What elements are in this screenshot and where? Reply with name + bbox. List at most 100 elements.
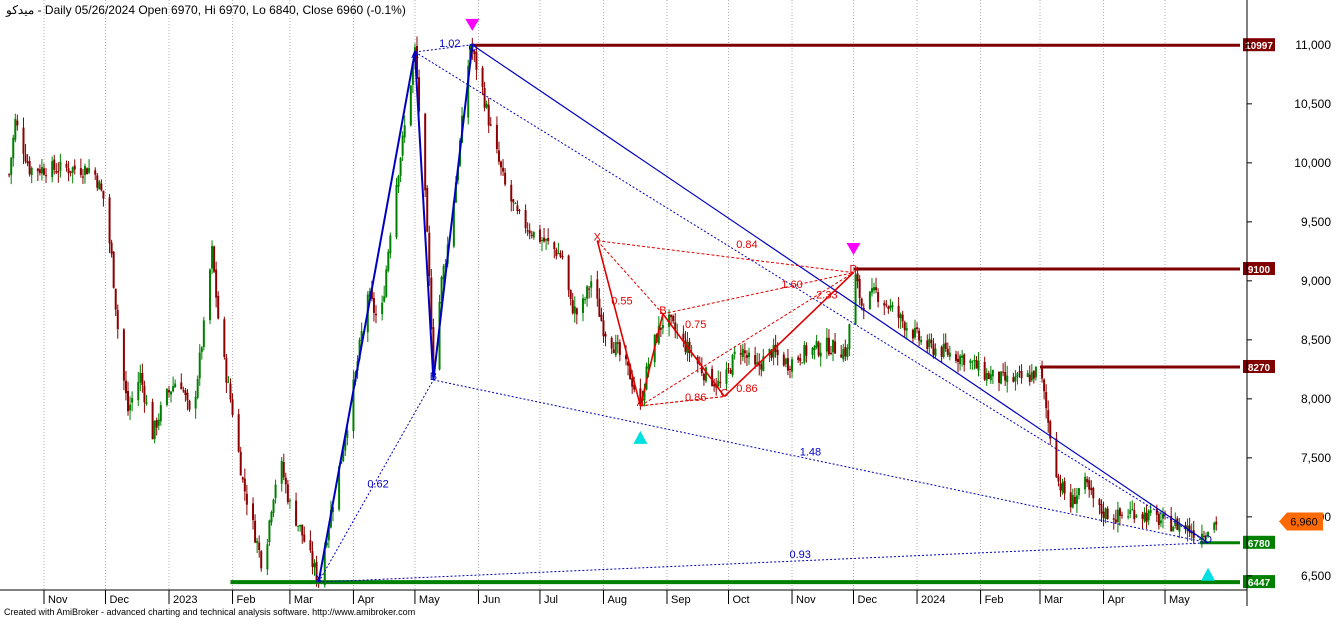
candle-body [57,171,60,173]
candle [727,363,730,374]
candle [116,304,119,339]
candle [153,420,156,444]
candle [399,156,402,183]
candle-body [1157,514,1160,525]
pattern-red-ratio-label: 1.60 [781,279,802,291]
candle-body [69,171,72,173]
candle-body [1120,514,1123,516]
candle-body [905,328,908,331]
candle [1000,371,1003,385]
candle [286,479,289,505]
candle [1127,508,1130,520]
candle-body [588,288,591,290]
candle [1200,524,1203,548]
candle [528,223,531,240]
candle-body [510,184,513,202]
candle-body [1012,377,1015,382]
candle [71,166,74,184]
candle [731,353,734,378]
candle [389,232,392,259]
candle [239,446,242,476]
candle-body [198,352,201,379]
candle-body [672,315,675,322]
candle [674,313,677,339]
candle-body [159,405,162,422]
candle-body [729,370,732,374]
candle-body [1147,510,1150,521]
candle-body [170,391,173,395]
candle-body [1045,391,1048,409]
candle [932,337,935,359]
candle [110,239,113,258]
candle [1002,363,1005,377]
candle [1116,501,1119,533]
candle [14,113,17,143]
candle [159,401,162,426]
candle-body [1090,487,1093,491]
candle [1004,361,1007,387]
candle-body [813,345,816,351]
candle-body [873,287,876,291]
candle-body [208,269,211,321]
x-tick-label: Apr [1108,594,1125,606]
candle-body [842,349,845,360]
candle-body [616,342,619,344]
candle [899,312,902,329]
candle-body [991,369,994,377]
candle [268,519,271,546]
candle-body [883,303,886,306]
candle-body [497,150,500,162]
pattern-blue-point-b: B [430,371,437,383]
candle [561,250,564,260]
candle [165,388,168,407]
candle-body [229,383,232,400]
candle-body [272,499,275,513]
candle [243,468,246,501]
candle-body [575,308,578,315]
candle [584,296,587,305]
candle [500,160,503,176]
candle [858,275,861,306]
candle-body [1000,371,1003,384]
candle-body [73,165,76,170]
candle-body [889,305,892,309]
candle-body [1149,509,1152,513]
candle-body [8,174,11,176]
candle-body [719,382,722,384]
candle-body [559,252,562,257]
candle [983,356,986,382]
candle [180,373,183,390]
candle [1213,521,1216,533]
candle-body [524,210,527,229]
candle [1092,486,1095,508]
candle [1161,507,1164,529]
level-tag-10997: 10997 [1245,41,1273,52]
last-price-label: 6,960 [1290,517,1318,529]
candle [538,224,541,244]
candle-body [282,461,285,478]
candle [254,514,257,544]
candle-body [124,380,127,394]
pattern-blue-ratio-line [414,51,1209,544]
candle-body [385,269,388,297]
candle-body [1114,519,1117,523]
candle-body [1069,492,1072,508]
candle [813,345,816,360]
chart-area[interactable]: 10997 9100 8270 6780 6447 X A B C D 1.02 0.62 1.48 0… [0,0,1336,619]
candle-body [930,339,933,344]
price-chart[interactable]: 10997 9100 8270 6780 6447 X A B C D 1.02 0.62 1.48 0… [0,0,1336,619]
candle-body [489,124,492,126]
candle-body [940,346,943,357]
candle-body [870,287,873,293]
candle [569,289,572,306]
candle [1106,506,1109,520]
candle-body [1188,525,1191,533]
candle [1049,419,1052,446]
candle [512,198,515,212]
candle-body [502,167,505,172]
candle [303,526,306,543]
candle [926,334,929,353]
candle-body [174,383,177,388]
y-tick-label: 6,500 [1301,569,1331,583]
candle-body [586,286,589,299]
